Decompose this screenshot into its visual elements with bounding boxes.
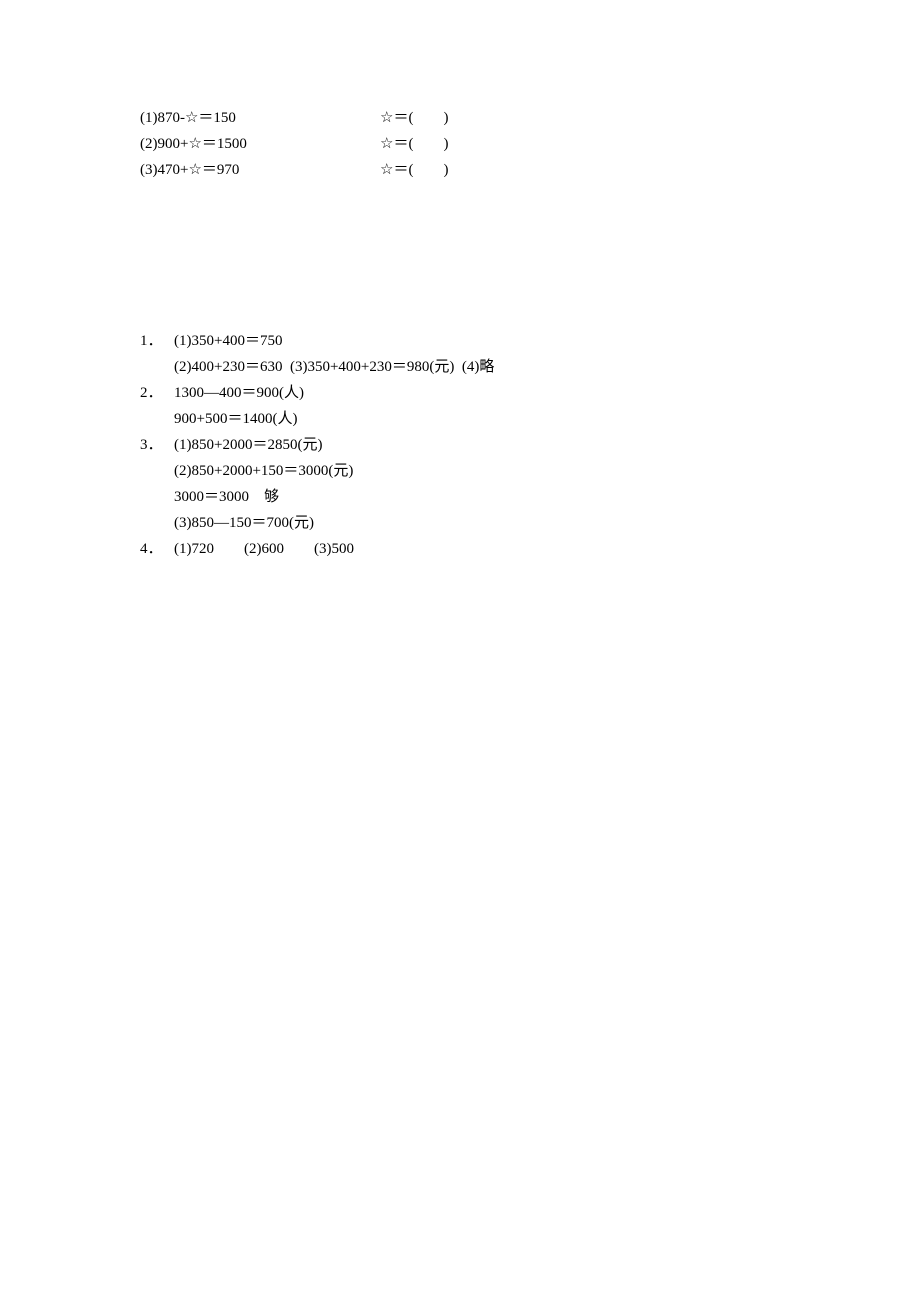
problem-row: (2)900+☆＝1500 ☆＝( ) (140, 132, 920, 156)
problem-equation: (3)470+☆＝970 (140, 158, 380, 182)
answer-item: 4． (1)720 (2)600 (3)500 (140, 537, 920, 561)
answer-number: 2． (140, 381, 174, 405)
answer-line: 900+500＝1400(人) (140, 407, 920, 431)
document-content: (1)870-☆＝150 ☆＝( ) (2)900+☆＝1500 ☆＝( ) (… (0, 0, 920, 561)
problem-row: (3)470+☆＝970 ☆＝( ) (140, 158, 920, 182)
answer-number: 4． (140, 537, 174, 561)
section-gap (140, 184, 920, 329)
answer-line: (2)400+230＝630 (3)350+400+230＝980(元) (4)… (140, 355, 920, 379)
problem-answer-blank: ☆＝( ) (380, 158, 448, 182)
answer-line: (2)850+2000+150＝3000(元) (140, 459, 920, 483)
problem-answer-blank: ☆＝( ) (380, 106, 448, 130)
answer-content: (1)720 (2)600 (3)500 (174, 537, 920, 561)
problem-equation: (1)870-☆＝150 (140, 106, 380, 130)
answer-item: 2． 1300—400＝900(人) (140, 381, 920, 405)
answer-line: 3000＝3000 够 (140, 485, 920, 509)
problem-section: (1)870-☆＝150 ☆＝( ) (2)900+☆＝1500 ☆＝( ) (… (140, 106, 920, 182)
answer-content: 1300—400＝900(人) (174, 381, 920, 405)
answer-line: (3)850—150＝700(元) (140, 511, 920, 535)
answer-number: 1． (140, 329, 174, 353)
answer-item: 1． (1)350+400＝750 (140, 329, 920, 353)
problem-answer-blank: ☆＝( ) (380, 132, 448, 156)
answer-content: (1)850+2000＝2850(元) (174, 433, 920, 457)
problem-row: (1)870-☆＝150 ☆＝( ) (140, 106, 920, 130)
answer-content: (1)350+400＝750 (174, 329, 920, 353)
answer-item: 3． (1)850+2000＝2850(元) (140, 433, 920, 457)
problem-equation: (2)900+☆＝1500 (140, 132, 380, 156)
answer-number: 3． (140, 433, 174, 457)
answer-section: 1． (1)350+400＝750 (2)400+230＝630 (3)350+… (140, 329, 920, 561)
